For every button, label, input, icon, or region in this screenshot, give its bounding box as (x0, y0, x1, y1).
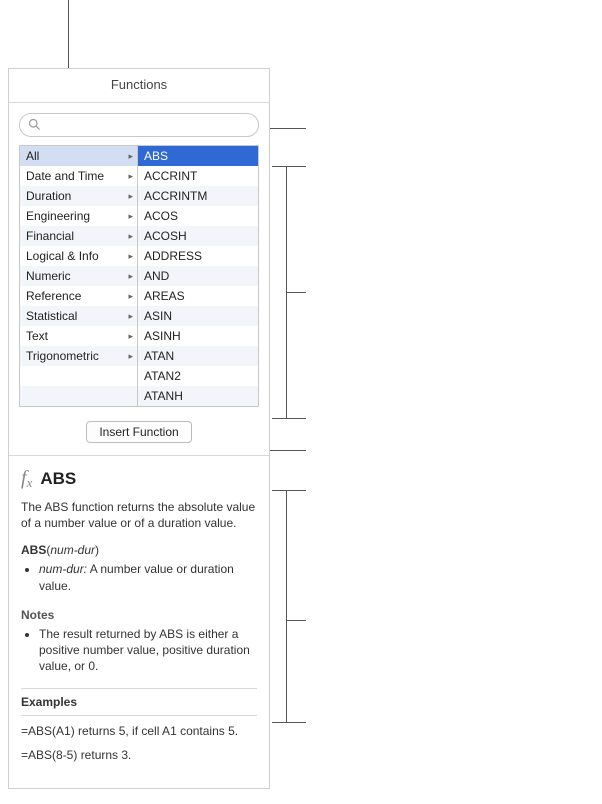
category-item[interactable]: All ▸ (20, 146, 137, 166)
category-item[interactable]: Statistical ▸ (20, 306, 137, 326)
help-description: The ABS function returns the absolute va… (21, 499, 257, 531)
category-item[interactable]: Date and Time ▸ (20, 166, 137, 186)
function-label: ACCRINTM (144, 189, 207, 203)
callout-line (286, 490, 287, 722)
examples-heading: Examples (21, 688, 257, 716)
function-list[interactable]: ABS ACCRINT ACCRINTM ACOS ACOSH ADDRESS AND ARE… (138, 146, 258, 406)
category-label: Numeric (26, 269, 71, 283)
category-item (20, 386, 137, 406)
note-item: The result returned by ABS is either a p… (39, 626, 257, 675)
callout-line (286, 292, 306, 293)
insert-container: Insert Function (9, 417, 269, 455)
function-label: AREAS (144, 289, 185, 303)
callout-line (272, 166, 306, 167)
category-item[interactable]: Reference ▸ (20, 286, 137, 306)
function-label: ABS (144, 149, 168, 163)
function-label: ATANH (144, 389, 183, 403)
notes-list: The result returned by ABS is either a p… (21, 626, 257, 675)
search-field[interactable] (19, 113, 259, 137)
function-label: AND (144, 269, 169, 283)
function-item[interactable]: AND (138, 266, 258, 286)
function-item[interactable]: ACCRINT (138, 166, 258, 186)
function-item[interactable]: ABS (138, 146, 258, 166)
search-icon (28, 118, 40, 133)
category-item[interactable]: Text ▸ (20, 326, 137, 346)
category-label: Trigonometric (26, 349, 99, 363)
function-label: ACCRINT (144, 169, 197, 183)
function-label: ACOS (144, 209, 178, 223)
examples-list: =ABS(A1) returns 5, if cell A1 contains … (21, 724, 257, 762)
fx-icon: fx (21, 468, 32, 489)
insert-function-button[interactable]: Insert Function (86, 421, 191, 443)
search-container (9, 103, 269, 145)
category-item[interactable]: Engineering ▸ (20, 206, 137, 226)
callout-line (286, 620, 306, 621)
function-item[interactable]: AREAS (138, 286, 258, 306)
category-label: Statistical (26, 309, 77, 323)
category-item[interactable]: Financial ▸ (20, 226, 137, 246)
parameter-item: num-dur: A number value or duration valu… (39, 561, 257, 593)
category-label: Engineering (26, 209, 90, 223)
category-item[interactable]: Numeric ▸ (20, 266, 137, 286)
chevron-right-icon: ▸ (128, 351, 133, 362)
function-item[interactable]: ADDRESS (138, 246, 258, 266)
category-label: Logical & Info (26, 249, 99, 263)
category-label: Date and Time (26, 169, 104, 183)
chevron-right-icon: ▸ (128, 331, 133, 342)
chevron-right-icon: ▸ (128, 291, 133, 302)
category-label: Text (26, 329, 48, 343)
category-label: Financial (26, 229, 74, 243)
function-label: ADDRESS (144, 249, 202, 263)
help-signature: ABS(num-dur) (21, 543, 257, 557)
function-label: ASINH (144, 329, 181, 343)
function-item[interactable]: ATAN (138, 346, 258, 366)
function-item[interactable]: ASIN (138, 306, 258, 326)
callout-line (272, 722, 306, 723)
function-item[interactable]: ATAN2 (138, 366, 258, 386)
function-item[interactable]: ACOSH (138, 226, 258, 246)
category-list[interactable]: All▸Date and Time▸Duration▸Engineering▸F… (20, 146, 138, 406)
chevron-right-icon: ▸ (128, 151, 133, 162)
callout-line (272, 418, 306, 419)
callout-line (272, 490, 306, 491)
chevron-right-icon: ▸ (128, 171, 133, 182)
category-label: All (26, 149, 39, 163)
chevron-right-icon: ▸ (128, 211, 133, 222)
notes-heading: Notes (21, 608, 257, 622)
help-function-title: ABS (40, 469, 76, 489)
function-label: ACOSH (144, 229, 187, 243)
category-item[interactable]: Trigonometric ▸ (20, 346, 137, 366)
category-item[interactable]: Duration ▸ (20, 186, 137, 206)
function-item[interactable]: ACOS (138, 206, 258, 226)
function-item[interactable]: ACCRINTM (138, 186, 258, 206)
function-browser: All▸Date and Time▸Duration▸Engineering▸F… (19, 145, 259, 407)
chevron-right-icon: ▸ (128, 191, 133, 202)
function-label: ASIN (144, 309, 172, 323)
chevron-right-icon: ▸ (128, 311, 133, 322)
example-item: =ABS(A1) returns 5, if cell A1 contains … (21, 724, 257, 738)
parameter-list: num-dur: A number value or duration valu… (21, 561, 257, 593)
chevron-right-icon: ▸ (128, 251, 133, 262)
help-pane: fx ABS The ABS function returns the abso… (9, 456, 269, 788)
chevron-right-icon: ▸ (128, 271, 133, 282)
category-label: Reference (26, 289, 81, 303)
category-item[interactable]: Logical & Info ▸ (20, 246, 137, 266)
chevron-right-icon: ▸ (128, 231, 133, 242)
category-item (20, 366, 137, 386)
search-input[interactable] (44, 118, 250, 132)
function-label: ATAN2 (144, 369, 181, 383)
category-label: Duration (26, 189, 71, 203)
panel-title: Functions (9, 69, 269, 103)
function-label: ATAN (144, 349, 174, 363)
functions-panel: Functions All▸Date and Time▸Duration▸Eng… (8, 68, 270, 789)
callout-line (68, 0, 69, 68)
function-item[interactable]: ATANH (138, 386, 258, 406)
function-item[interactable]: ASINH (138, 326, 258, 346)
example-item: =ABS(8-5) returns 3. (21, 748, 257, 762)
